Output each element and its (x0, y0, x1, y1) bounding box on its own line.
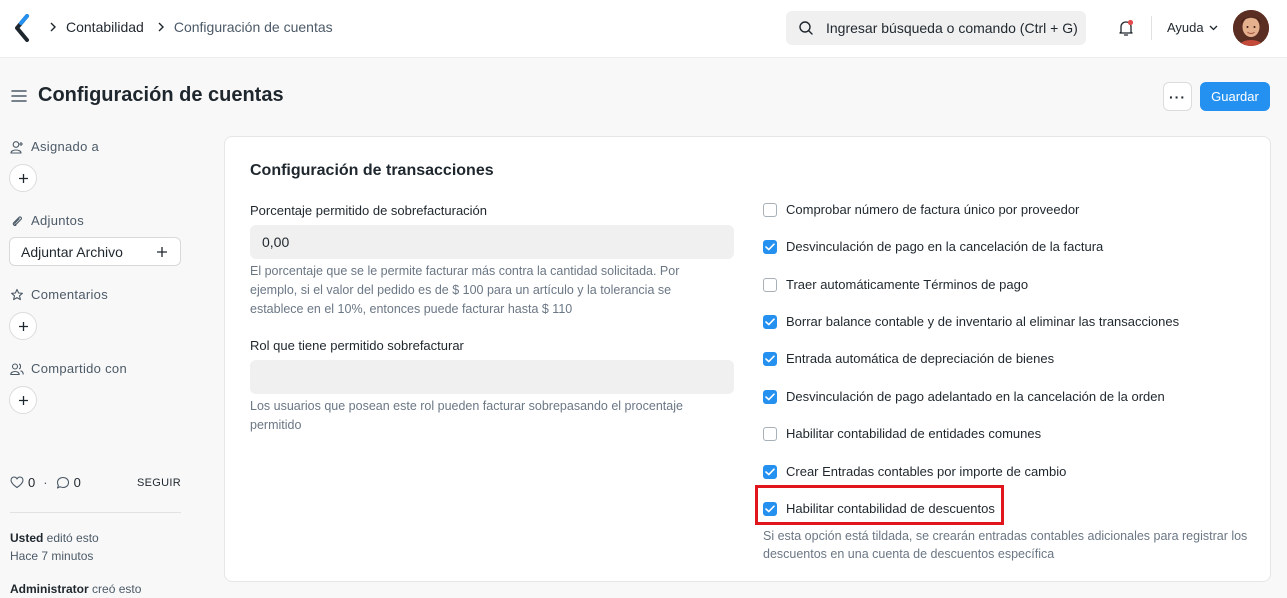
checkbox-label: Desvinculación de pago adelantado en la … (786, 389, 1165, 404)
sidebar-toggle-icon[interactable] (11, 89, 27, 103)
checkbox-label: Desvinculación de pago en la cancelación… (786, 239, 1104, 254)
navbar-divider (1151, 16, 1152, 40)
add-share-button[interactable] (9, 386, 37, 414)
checkbox-checked[interactable] (763, 239, 777, 254)
heart-icon (10, 476, 24, 489)
settings-checkbox-row[interactable]: Desvinculación de pago en la cancelación… (763, 239, 1103, 254)
document-stats: 0 · 0 SEGUIR (10, 475, 181, 490)
shared-with-text: Compartido con (31, 361, 127, 376)
navbar: Contabilidad Configuración de cuentas In… (0, 0, 1287, 58)
attach-file-label: Adjuntar Archivo (21, 243, 123, 260)
activity-item: Administrator creó esto (10, 580, 141, 598)
settings-checkbox-row[interactable]: Entrada automática de depreciación de bi… (763, 351, 1054, 366)
assigned-to-text: Asignado a (31, 139, 100, 154)
chevron-down-icon (1209, 25, 1218, 30)
over-billing-role-input[interactable] (250, 360, 734, 394)
discount-accounting-description: Si esta opción está tildada, se crearán … (763, 529, 1248, 561)
transaction-settings-card: Configuración de transacciones Porcentaj… (224, 136, 1271, 582)
page-title: Configuración de cuentas (38, 84, 284, 106)
checkmark-icon (765, 354, 775, 362)
checkbox-checked[interactable] (763, 464, 777, 479)
breadcrumb-accounting[interactable]: Contabilidad (66, 19, 144, 35)
more-actions-button[interactable]: ··· (1163, 82, 1192, 111)
sidebar-divider (10, 512, 181, 513)
plus-icon (18, 395, 28, 405)
comments-text: Comentarios (31, 287, 108, 302)
users-icon (10, 362, 24, 375)
plus-icon (18, 173, 28, 183)
comments-label: Comentarios (10, 287, 108, 302)
assigned-to-label: Asignado a (10, 139, 99, 154)
activity-time: Hace 7 minutos (10, 549, 94, 563)
attachments-text: Adjuntos (31, 213, 84, 228)
avatar[interactable] (1233, 10, 1269, 46)
plus-icon (18, 321, 28, 331)
help-label: Ayuda (1167, 20, 1204, 35)
checkmark-icon (765, 242, 775, 250)
over-billing-allowance-input[interactable]: 0,00 (250, 225, 734, 259)
checkbox-label: Crear Entradas contables por importe de … (786, 464, 1067, 479)
activity-item: Usted editó esto Hace 7 minutos (10, 529, 99, 565)
settings-checkbox-row[interactable]: Comprobar número de factura único por pr… (763, 202, 1079, 217)
add-comment-button[interactable] (9, 312, 37, 340)
shared-with-label: Compartido con (10, 361, 127, 376)
activity-user[interactable]: Administrator (10, 582, 89, 596)
section-title: Configuración de transacciones (250, 162, 494, 179)
checkmark-icon (765, 392, 775, 400)
over-billing-allowance-label: Porcentaje permitido de sobrefacturación (250, 203, 488, 218)
separator-dot: · (43, 475, 48, 490)
settings-checkbox-row[interactable]: Desvinculación de pago adelantado en la … (763, 389, 1165, 404)
checkbox-checked[interactable] (763, 351, 777, 366)
checkbox-label: Habilitar contabilidad de entidades comu… (786, 426, 1042, 441)
checkbox-label: Borrar balance contable y de inventario … (786, 314, 1180, 329)
user-icon (10, 140, 23, 154)
settings-checkbox-row[interactable]: Habilitar contabilidad de entidades comu… (763, 426, 1041, 441)
save-button[interactable]: Guardar (1200, 82, 1270, 111)
activity-action: editó esto (43, 531, 99, 545)
chevron-right-icon (156, 21, 166, 33)
likes-stat[interactable]: 0 (10, 475, 35, 490)
over-billing-role-label: Rol que tiene permitido sobrefacturar (250, 338, 464, 353)
settings-checkbox-row[interactable]: Crear Entradas contables por importe de … (763, 464, 1066, 479)
search-icon (799, 21, 813, 35)
breadcrumb-account-settings[interactable]: Configuración de cuentas (174, 19, 333, 35)
help-dropdown[interactable]: Ayuda (1167, 20, 1218, 35)
checkbox-label: Comprobar número de factura único por pr… (786, 202, 1080, 217)
follow-button[interactable]: SEGUIR (137, 477, 181, 489)
paperclip-icon (12, 215, 23, 226)
activity-user[interactable]: Usted (10, 531, 43, 545)
activity-action: creó esto (88, 582, 142, 596)
attachments-label: Adjuntos (10, 213, 84, 228)
comment-icon (56, 476, 69, 489)
star-icon (11, 288, 23, 300)
checkbox-unchecked[interactable] (763, 277, 777, 292)
checkbox-unchecked[interactable] (763, 426, 777, 441)
over-billing-allowance-description: El porcentaje que se le permite facturar… (250, 264, 680, 316)
highlight-box (755, 485, 1004, 525)
search-placeholder: Ingresar búsqueda o comando (Ctrl + G) (826, 20, 1078, 36)
add-assignee-button[interactable] (9, 164, 37, 192)
breadcrumb: Contabilidad Configuración de cuentas (48, 19, 333, 35)
checkbox-unchecked[interactable] (763, 202, 777, 217)
comments-count: 0 (73, 475, 81, 490)
notification-bell-icon[interactable] (1116, 18, 1136, 38)
over-billing-role-description: Los usuarios que posean este rol pueden … (250, 399, 683, 432)
settings-checkbox-row[interactable]: Traer automáticamente Términos de pago (763, 277, 1028, 292)
checkbox-label: Entrada automática de depreciación de bi… (786, 351, 1055, 366)
comments-stat[interactable]: 0 (56, 475, 81, 490)
plus-icon (157, 246, 167, 257)
checkbox-checked[interactable] (763, 389, 777, 404)
attach-file-button[interactable]: Adjuntar Archivo (9, 237, 181, 266)
settings-checkbox-row[interactable]: Borrar balance contable y de inventario … (763, 314, 1179, 329)
search-input[interactable]: Ingresar búsqueda o comando (Ctrl + G) (786, 11, 1086, 45)
checkmark-icon (765, 467, 775, 475)
checkbox-label: Traer automáticamente Términos de pago (786, 277, 1029, 292)
checkbox-checked[interactable] (763, 314, 777, 329)
app-logo-icon[interactable] (12, 14, 34, 42)
likes-count: 0 (28, 475, 36, 490)
checkmark-icon (765, 317, 775, 325)
chevron-right-icon (48, 21, 58, 33)
